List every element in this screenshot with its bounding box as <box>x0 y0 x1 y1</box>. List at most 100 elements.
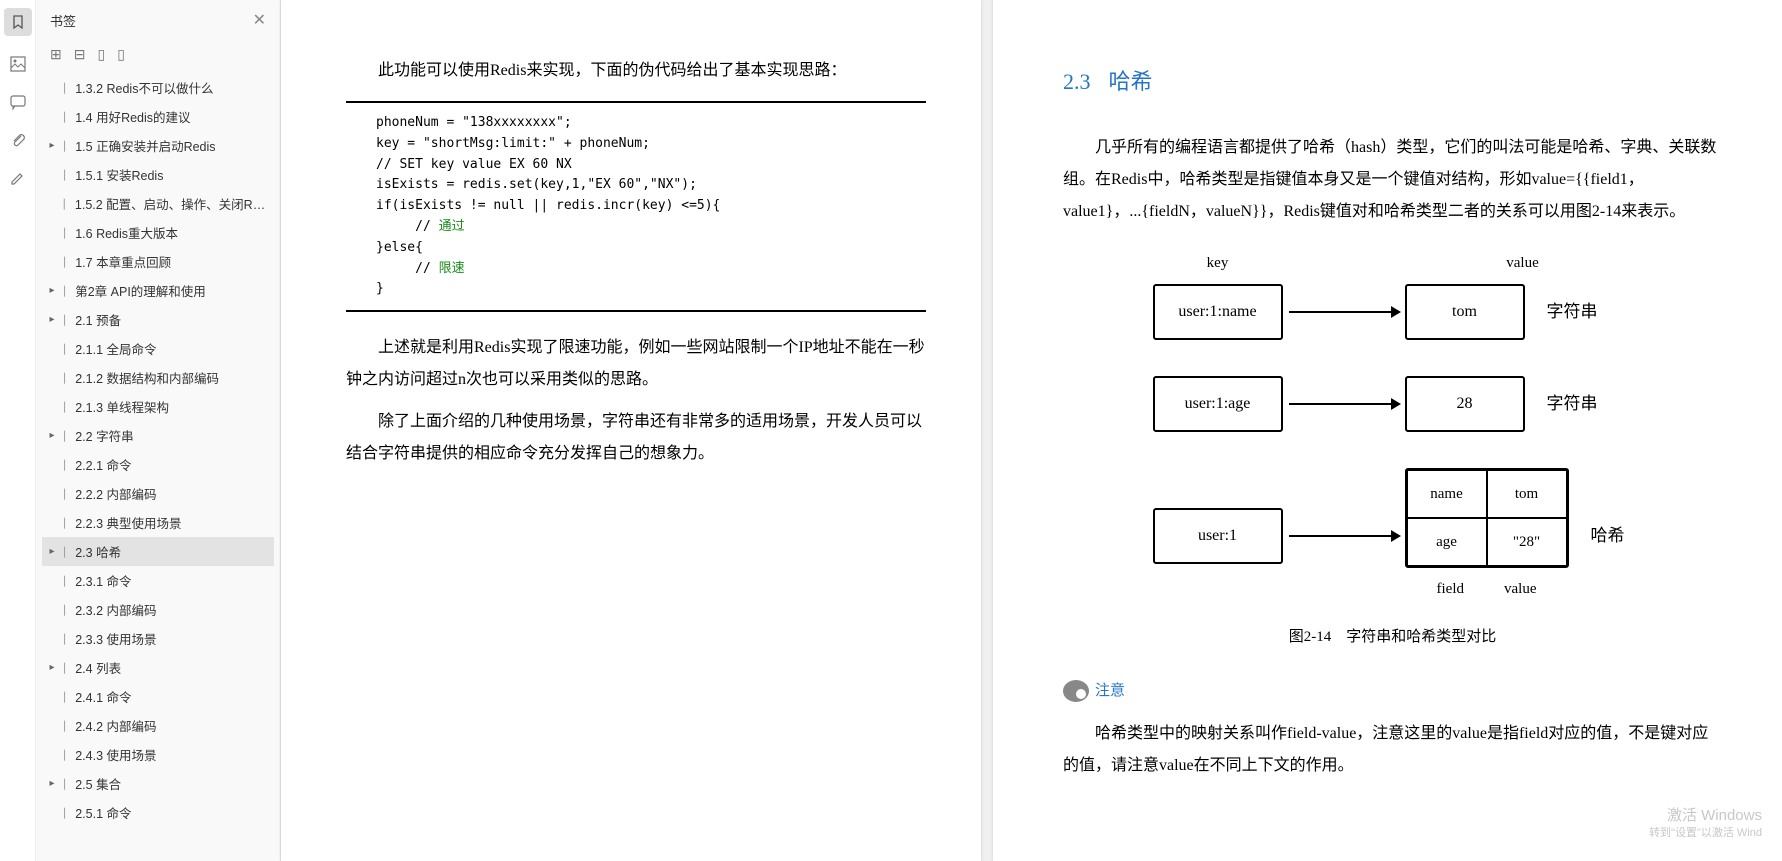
bookmark-label: 1.5.1 安装Redis <box>75 165 163 184</box>
bookmark-item[interactable]: ❘ 2.1.2 数据结构和内部编码 <box>42 363 274 392</box>
bookmark-label: 1.3.2 Redis不可以做什么 <box>75 78 213 97</box>
bookmark-item[interactable]: ❘1.7 本章重点回顾 <box>42 247 274 276</box>
expand-arrow-icon[interactable]: ▸ <box>46 314 58 325</box>
expand-arrow-icon[interactable]: ▸ <box>46 285 58 296</box>
bookmark-label: 2.1 预备 <box>75 310 121 329</box>
expand-arrow-icon[interactable]: ▸ <box>46 778 58 789</box>
bookmark-item[interactable]: ▸❘ 2.1 预备 <box>42 305 274 334</box>
bookmark-glyph-icon: ❘ <box>60 429 69 442</box>
bookmark-label: 2.4.2 内部编码 <box>75 716 156 735</box>
bookmark-item[interactable]: ❘2.3.1 命令 <box>42 566 274 595</box>
bookmark-label: 1.7 本章重点回顾 <box>75 252 171 271</box>
figure-caption: 图2-14 字符串和哈希类型对比 <box>1063 622 1722 652</box>
bookmark-label: 1.5.2 配置、启动、操作、关闭Redis <box>75 194 270 213</box>
bookmark-label: 2.2.3 典型使用场景 <box>75 513 181 532</box>
document-view: 此功能可以使用Redis来实现，下面的伪代码给出了基本实现思路： phoneNu… <box>281 0 1782 861</box>
bookmark-glyph-icon: ❘ <box>60 690 69 703</box>
paragraph: 几乎所有的编程语言都提供了哈希（hash）类型，它们的叫法可能是哈希、字典、关联… <box>1063 132 1722 228</box>
activation-watermark: 激活 Windows 转到"设置"以激活 Wind <box>1649 805 1762 841</box>
bookmark-item[interactable]: ❘2.4.3 使用场景 <box>42 740 274 769</box>
bookmark-item[interactable]: ❘ 2.2.1 命令 <box>42 450 274 479</box>
bookmark-glyph-icon: ❘ <box>60 371 69 384</box>
bookmark-item[interactable]: ❘ 2.4.1 命令 <box>42 682 274 711</box>
bookmark-item[interactable]: ▸❘2.5 集合 <box>42 769 274 798</box>
bookmark-glyph-icon: ❘ <box>60 226 69 239</box>
collapse-all-icon[interactable]: ⊟ <box>74 46 86 63</box>
page-right: 2.3哈希 几乎所有的编程语言都提供了哈希（hash）类型，它们的叫法可能是哈希… <box>993 0 1782 861</box>
bookmark-item[interactable]: ❘ 2.5.1 命令 <box>42 798 274 827</box>
bookmark-glyph-icon: ❘ <box>60 748 69 761</box>
code-block: phoneNum = "138xxxxxxxx"; key = "shortMs… <box>346 101 926 312</box>
bookmark-item[interactable]: ❘ 1.4 用好Redis的建议 <box>42 102 274 131</box>
diagram-row: user:1 nametom age"28" fieldvalue 哈希 <box>1153 468 1633 604</box>
bookmark-glyph-icon: ❘ <box>60 806 69 819</box>
expand-all-icon[interactable]: ⊞ <box>50 46 62 63</box>
bookmark-item[interactable]: ❘2.1.3 单线程架构 <box>42 392 274 421</box>
paragraph: 哈希类型中的映射关系叫作field-value，注意这里的value是指fiel… <box>1063 718 1722 782</box>
edit-icon[interactable] <box>8 168 28 188</box>
expand-arrow-icon[interactable]: ▸ <box>46 662 58 673</box>
bookmark-glyph-icon: ❘ <box>60 313 69 326</box>
paragraph: 上述就是利用Redis实现了限速功能，例如一些网站限制一个IP地址不能在一秒钟之… <box>346 332 926 396</box>
bookmark-icon[interactable] <box>4 8 32 36</box>
bookmark-glyph-icon: ❘ <box>60 545 69 558</box>
hash-table: nametom age"28" <box>1405 468 1569 568</box>
bookmark-glyph-icon: ❘ <box>60 81 69 94</box>
bookmark-label: 1.5 正确安装并启动Redis <box>75 136 215 155</box>
bookmark-glyph-icon: ❘ <box>60 139 69 152</box>
bookmark-tree: ❘1.3.2 Redis不可以做什么❘1.4 用好Redis的建议▸❘1.5 正… <box>36 73 280 847</box>
image-icon[interactable] <box>8 54 28 74</box>
bookmark-label: 2.4 列表 <box>75 658 121 677</box>
bookmark-item[interactable]: ▸❘2.2 字符串 <box>42 421 274 450</box>
expand-arrow-icon[interactable]: ▸ <box>46 140 58 151</box>
bookmark-label: 第2章 API的理解和使用 <box>75 281 206 300</box>
bookmark-label: 2.3.2 内部编码 <box>75 600 156 619</box>
bookmark-label: 2.5.1 命令 <box>75 803 131 822</box>
attachment-icon[interactable] <box>8 130 28 150</box>
bookmark-item[interactable]: ❘1.5.2 配置、启动、操作、关闭Redis <box>42 189 274 218</box>
bookmark-glyph-icon: ❘ <box>60 458 69 471</box>
bookmark-item[interactable]: ❘2.3.3 使用场景 <box>42 624 274 653</box>
bookmark-glyph-icon: ❘ <box>60 487 69 500</box>
bookmark-label: 2.1.3 单线程架构 <box>75 397 169 416</box>
bookmark-item[interactable]: ❘ 2.4.2 内部编码 <box>42 711 274 740</box>
bookmark-glyph-icon: ❘ <box>60 516 69 529</box>
bookmark-item[interactable]: ❘2.3.2 内部编码 <box>42 595 274 624</box>
tool-iconbar <box>0 0 36 861</box>
bookmark-item[interactable]: ❘ 1.3.2 Redis不可以做什么 <box>42 73 274 102</box>
bookmark-glyph-icon: ❘ <box>60 661 69 674</box>
bookmark-label: 2.2.1 命令 <box>75 455 131 474</box>
bookmark-item[interactable]: ❘ 1.5.1 安装Redis <box>42 160 274 189</box>
bookmark-item[interactable]: ❘ 2.1.1 全局命令 <box>42 334 274 363</box>
bookmark-glyph-icon: ❘ <box>60 110 69 123</box>
note-heading: 注意 <box>1063 676 1722 706</box>
comment-icon[interactable] <box>8 92 28 112</box>
bookmark-item[interactable]: ▸❘ 1.5 正确安装并启动Redis <box>42 131 274 160</box>
expand-arrow-icon[interactable]: ▸ <box>46 430 58 441</box>
bookmark-glyph-icon: ❘ <box>60 342 69 355</box>
bookmark-label: 2.4.1 命令 <box>75 687 131 706</box>
bookmark-label: 1.6 Redis重大版本 <box>75 223 178 242</box>
arrow-icon <box>1289 311 1399 313</box>
arrow-icon <box>1289 403 1399 405</box>
bookmark-label: 2.1.1 全局命令 <box>75 339 156 358</box>
bookmark-label: 1.4 用好Redis的建议 <box>75 107 190 126</box>
bookmark-label: 2.3.3 使用场景 <box>75 629 156 648</box>
close-icon[interactable]: ✕ <box>253 10 266 30</box>
bookmark-label: 2.1.2 数据结构和内部编码 <box>75 368 219 387</box>
expand-arrow-icon[interactable]: ▸ <box>46 546 58 557</box>
bookmark-item[interactable]: ❘ 1.6 Redis重大版本 <box>42 218 274 247</box>
bookmark-item[interactable]: ❘2.2.2 内部编码 <box>42 479 274 508</box>
bookmark-item[interactable]: ▸❘ 第2章 API的理解和使用 <box>42 276 274 305</box>
page-left: 此功能可以使用Redis来实现，下面的伪代码给出了基本实现思路： phoneNu… <box>281 0 981 861</box>
bookmark-item[interactable]: ▸❘ 2.4 列表 <box>42 653 274 682</box>
bookmark-glyph-icon: ❘ <box>60 719 69 732</box>
bookmark-label: 2.5 集合 <box>75 774 121 793</box>
bookmark-glyph-icon: ❘ <box>60 168 69 181</box>
bookmark-item[interactable]: ▸❘2.3 哈希 <box>42 537 274 566</box>
bookmark-tool-icon[interactable]: ▯ <box>97 46 105 63</box>
bookmark-glyph-icon: ❘ <box>60 284 69 297</box>
bookmark-tool2-icon[interactable]: ▯ <box>117 46 125 63</box>
bookmark-item[interactable]: ❘ 2.2.3 典型使用场景 <box>42 508 274 537</box>
arrow-icon <box>1289 535 1399 537</box>
